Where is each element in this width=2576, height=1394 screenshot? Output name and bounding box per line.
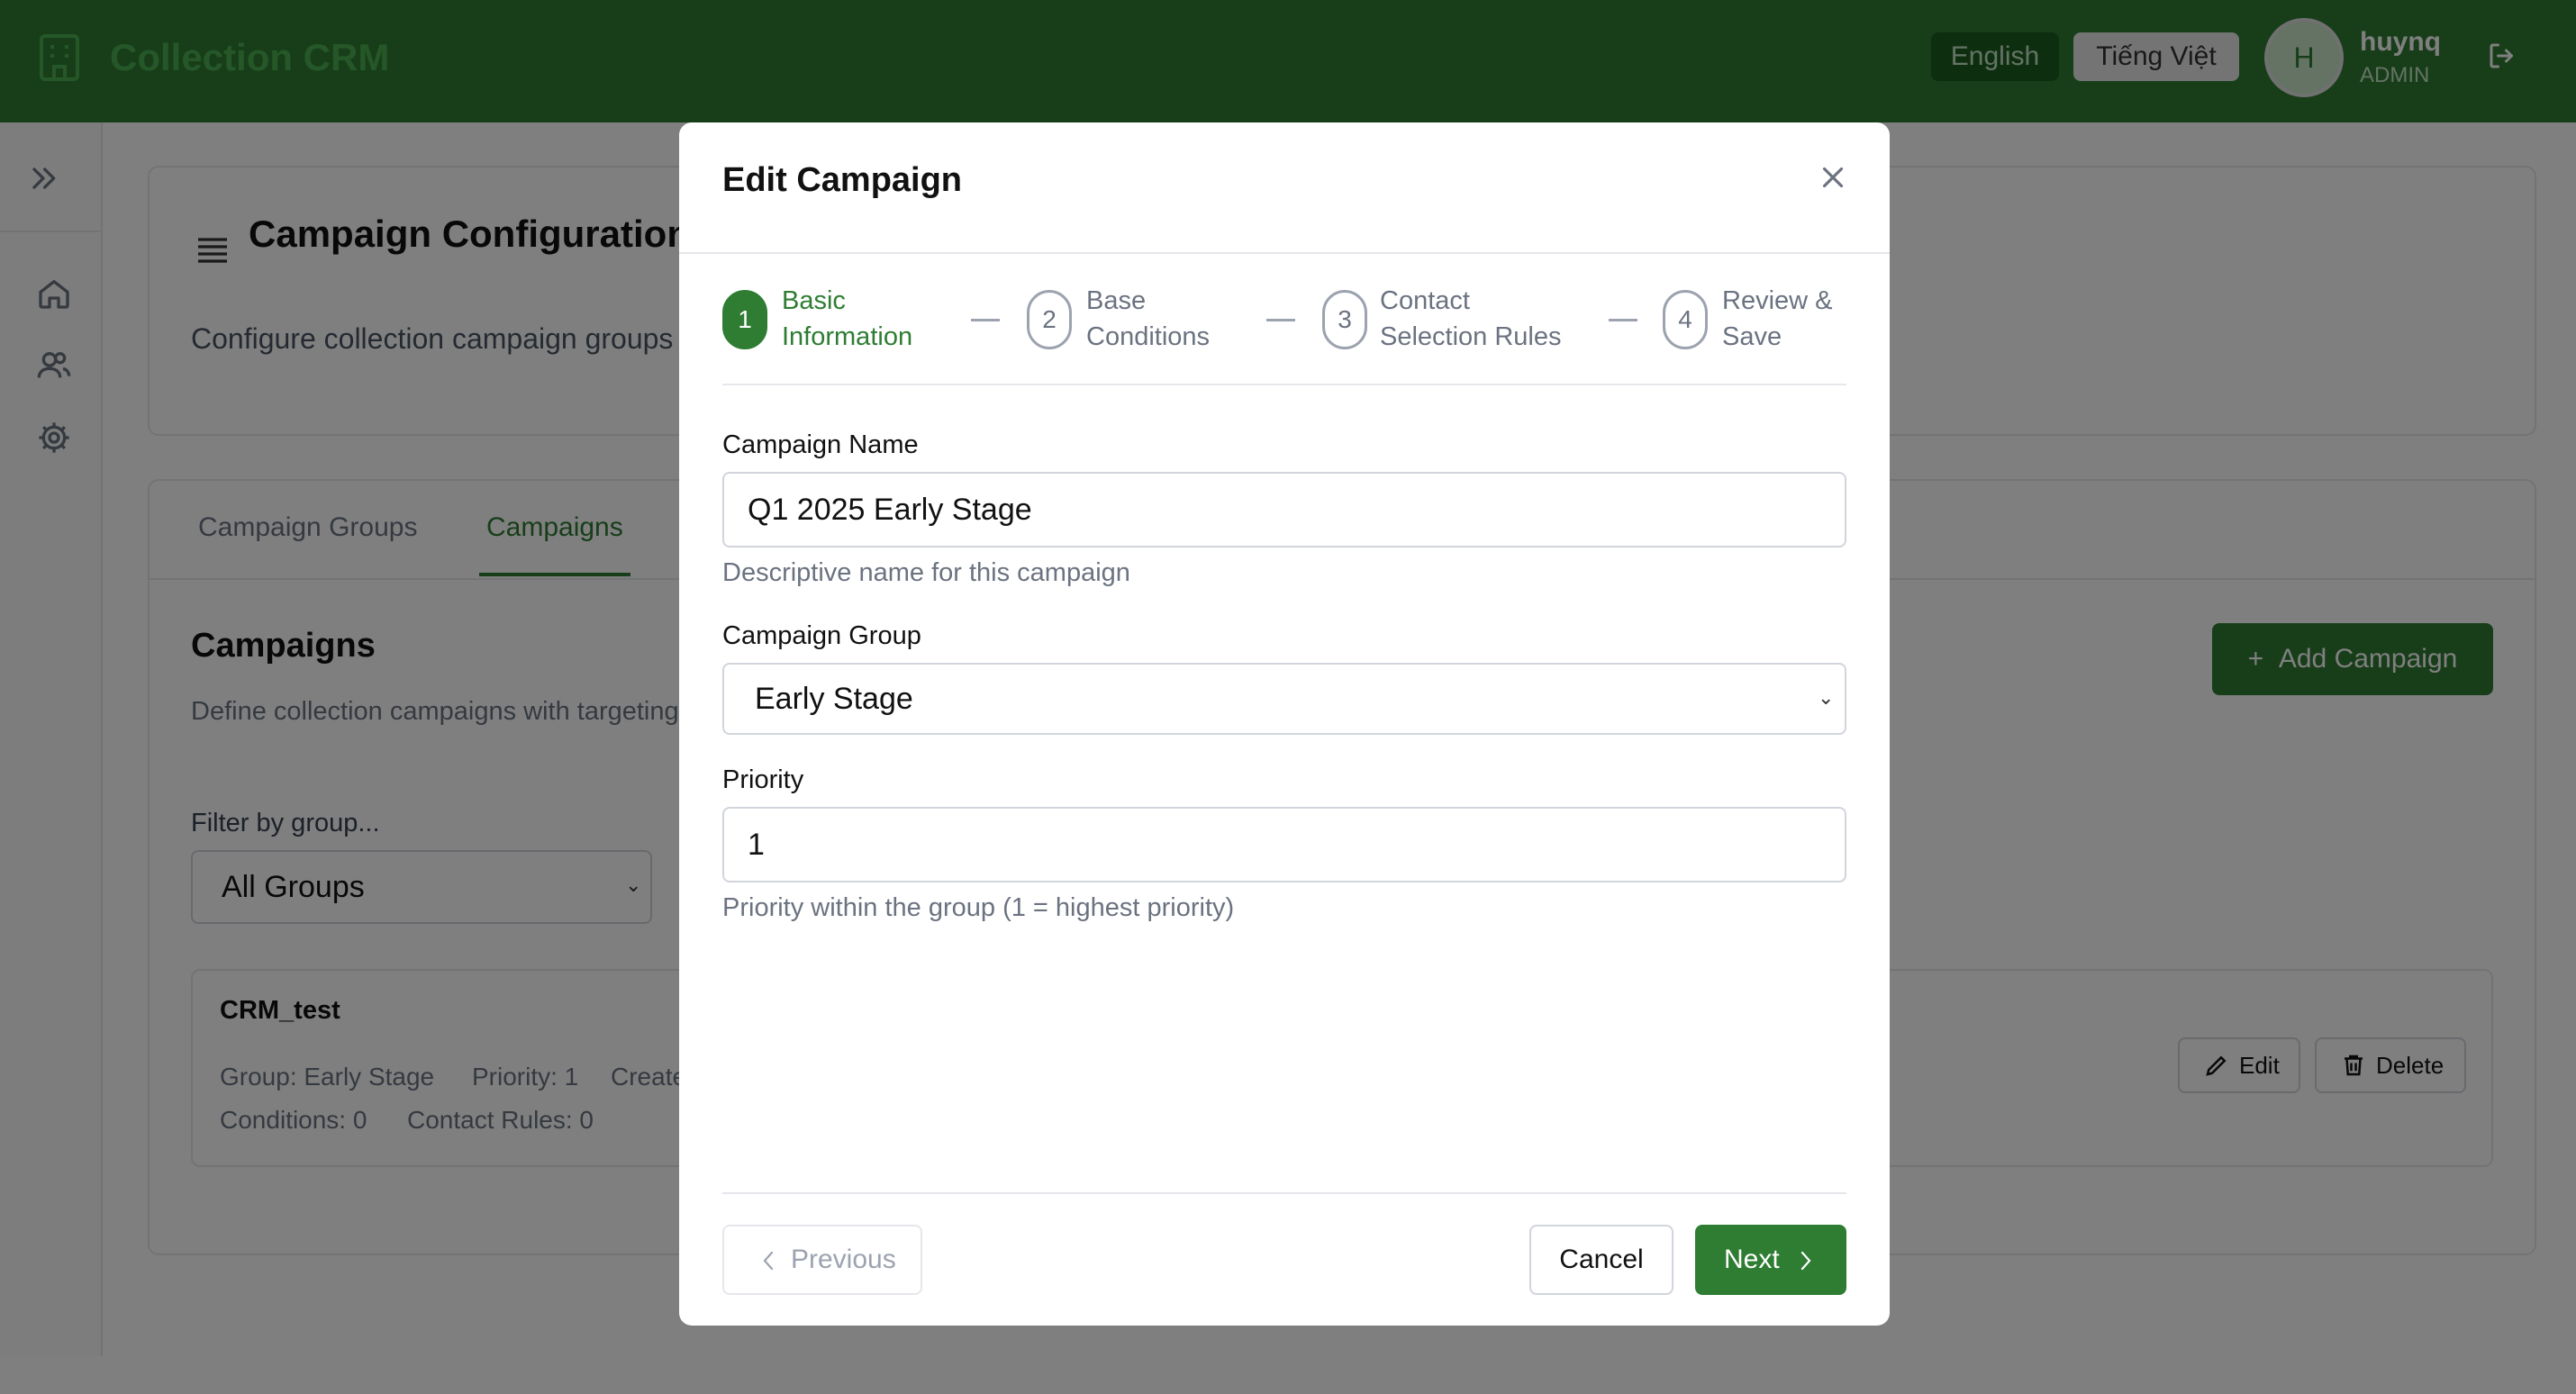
step-4-line2: Save [1722, 322, 1782, 351]
modal-header-divider [679, 252, 1890, 254]
campaign-group-label: Campaign Group [722, 621, 921, 650]
step-connector [971, 319, 1000, 321]
next-button[interactable]: Next [1695, 1225, 1846, 1295]
step-3-number: 3 [1322, 290, 1367, 349]
stepper-divider [722, 384, 1846, 385]
step-4-line1: Review & [1722, 286, 1833, 315]
priority-label: Priority [722, 765, 804, 794]
modal-title: Edit Campaign [722, 161, 963, 199]
step-1-line1: Basic [782, 286, 846, 315]
chevron-left-icon [763, 1251, 774, 1271]
cancel-button[interactable]: Cancel [1529, 1225, 1673, 1295]
next-label: Next [1724, 1245, 1780, 1274]
step-3-line2: Selection Rules [1380, 322, 1562, 351]
step-2-line2: Conditions [1086, 322, 1211, 351]
priority-help: Priority within the group (1 = highest p… [722, 893, 1235, 922]
close-icon[interactable] [1816, 160, 1850, 195]
campaign-group-select[interactable]: Early Stage [722, 663, 1846, 735]
priority-input[interactable]: 1 [722, 807, 1846, 883]
step-2-label: Base Conditions [1086, 283, 1210, 355]
step-1-number: 1 [722, 290, 767, 349]
step-connector [1266, 319, 1295, 321]
chevron-down-icon: ⌄ [1818, 686, 1835, 709]
edit-campaign-modal: Edit Campaign 1 Basic Information 2 Base… [679, 122, 1890, 1326]
modal-footer-divider [722, 1192, 1846, 1194]
step-2-number: 2 [1027, 290, 1072, 349]
step-3-line1: Contact [1380, 286, 1470, 315]
step-4-number: 4 [1663, 290, 1708, 349]
campaign-name-help: Descriptive name for this campaign [722, 558, 1130, 587]
campaign-name-label: Campaign Name [722, 430, 919, 459]
previous-button[interactable]: Previous [722, 1225, 922, 1295]
chevron-right-icon [1800, 1251, 1811, 1271]
campaign-name-input[interactable]: Q1 2025 Early Stage [722, 472, 1846, 548]
step-2-line1: Base [1086, 286, 1147, 315]
step-3-label: Contact Selection Rules [1380, 283, 1562, 355]
step-1-line2: Information [782, 322, 913, 351]
step-4-label: Review & Save [1722, 283, 1833, 355]
step-1-label: Basic Information [782, 283, 912, 355]
step-connector [1609, 319, 1637, 321]
previous-label: Previous [791, 1245, 896, 1274]
